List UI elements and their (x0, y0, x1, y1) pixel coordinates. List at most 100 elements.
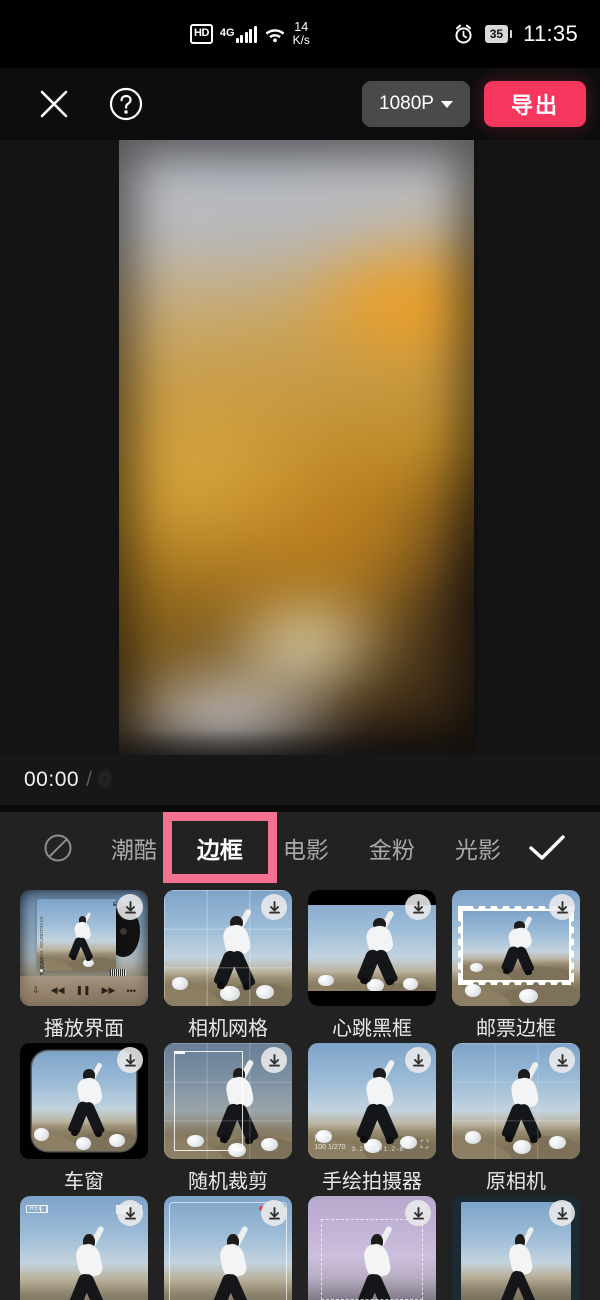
preview-right-matte (478, 140, 600, 800)
list-item: E Music ORIGINAL SOUNDTRACK TODAY ⇩ ◀◀ ❚… (20, 890, 148, 1043)
list-item: REC (164, 1196, 292, 1300)
list-item (308, 1196, 436, 1300)
battery-icon: 35 (484, 24, 513, 44)
effect-thumbnail-rec-frame-a[interactable]: REC (20, 1196, 148, 1300)
total-time-label: 0 (98, 768, 111, 791)
effect-label: 随机裁剪 (188, 1171, 268, 1193)
more-icon: ••• (126, 985, 136, 996)
letterbox-bottom-bar (308, 990, 436, 1006)
chevron-down-icon (440, 100, 453, 108)
network-gen-label: 4G (219, 26, 235, 39)
tab-chaoku[interactable]: 潮酷 (91, 812, 177, 884)
download-icon[interactable] (549, 1200, 575, 1226)
effect-thumbnail-rec-frame-b[interactable]: REC (164, 1196, 292, 1300)
battery-level-label: 35 (484, 24, 509, 44)
wifi-icon (264, 26, 286, 43)
tab-guangying[interactable]: 光影 (435, 812, 521, 884)
status-bar: HD 4G 14 K/s 35 11:35 (0, 0, 600, 68)
tab-jinfen[interactable]: 金粉 (349, 812, 435, 884)
download-icon[interactable] (117, 894, 143, 920)
status-bar-center: HD 4G 14 K/s (190, 21, 310, 47)
dashed-frame-overlay (320, 1219, 424, 1300)
effect-label: 手绘拍摄器 (322, 1171, 422, 1193)
download-icon[interactable] (261, 1200, 287, 1226)
status-bar-clock: 11:35 (523, 21, 578, 46)
signal-strength-bars (235, 25, 257, 43)
effect-label: 心跳黑框 (332, 1018, 412, 1040)
app-root: HD 4G 14 K/s 35 11:35 1080P 导出 00:00 / 0… (0, 0, 600, 1300)
barcode-icon (109, 968, 127, 976)
list-item: 心跳黑框 (308, 890, 436, 1043)
resolution-label: 1080P (379, 93, 434, 114)
effect-thumbnail-heartbeat-letterbox[interactable] (308, 890, 436, 1006)
music-side-label-bottom: TODAY (40, 957, 47, 976)
close-icon[interactable] (30, 80, 78, 128)
tab-bianquang[interactable]: 边框 (177, 812, 263, 884)
forward-icon: ▶▶ (101, 985, 116, 996)
download-icon[interactable] (117, 1047, 143, 1073)
current-time-label: 00:00 (24, 768, 80, 791)
time-separator: / (86, 768, 92, 791)
network-speed-unit: K/s (292, 33, 310, 48)
effect-label: 原相机 (486, 1171, 546, 1193)
stop-square-icon (40, 1205, 49, 1214)
list-item: ISO 100 1/270 3.2-1.4-1.2-8 ⛶ 手绘拍摄器 (308, 1043, 436, 1196)
effect-thumbnail-camera-grid[interactable] (164, 890, 292, 1006)
help-icon[interactable] (102, 80, 150, 128)
effect-thumbnail-dark-frame[interactable] (452, 1196, 580, 1300)
shutter-icon: ⛶ (420, 1139, 429, 1152)
camera-fstop-label: 3.2-1.4-1.2-8 (351, 1146, 405, 1154)
rewind-icon: ◀◀ (50, 985, 65, 996)
hd-icon: HD (190, 24, 213, 44)
export-button[interactable]: 导出 (484, 81, 586, 127)
download-icon[interactable] (405, 1047, 431, 1073)
status-bar-right: 35 11:35 (453, 21, 578, 47)
list-item: 相机网格 (164, 890, 292, 1043)
list-item: 车窗 (20, 1043, 148, 1196)
effect-thumbnail-random-crop[interactable] (164, 1043, 292, 1159)
download-glyph-icon: ⇩ (32, 985, 40, 996)
effect-thumbnail-handdrawn-camera[interactable]: ISO 100 1/270 3.2-1.4-1.2-8 ⛶ (308, 1043, 436, 1159)
effect-label: 播放界面 (44, 1018, 124, 1040)
album-art (36, 899, 116, 972)
download-icon[interactable] (549, 894, 575, 920)
effect-thumbnail-lavender-frame[interactable] (308, 1196, 436, 1300)
download-icon[interactable] (261, 894, 287, 920)
top-toolbar: 1080P 导出 (0, 68, 600, 140)
pause-icon: ❚❚ (75, 985, 91, 996)
video-preview[interactable] (0, 140, 600, 800)
player-controls-bar: ⇩ ◀◀ ❚❚ ▶▶ ••• (20, 975, 148, 1006)
download-icon[interactable] (405, 1200, 431, 1226)
check-icon[interactable] (521, 821, 574, 875)
camera-iso-sub-label: 100 1/270 (314, 1144, 346, 1151)
download-icon[interactable] (117, 1200, 143, 1226)
preview-left-matte (0, 140, 122, 800)
crop-selection-frame[interactable] (174, 1051, 244, 1151)
effect-category-tabs: 潮酷 边框 电影 金粉 光影 (0, 812, 600, 884)
effect-label: 邮票边框 (476, 1018, 556, 1040)
effect-thumbnail-stamp-border[interactable] (452, 890, 580, 1006)
alarm-icon (453, 24, 474, 45)
effect-thumbnail-car-window[interactable] (20, 1043, 148, 1159)
effect-thumbnail-original-camera[interactable] (452, 1043, 580, 1159)
effect-thumbnail-music-player[interactable]: E Music ORIGINAL SOUNDTRACK TODAY ⇩ ◀◀ ❚… (20, 890, 148, 1006)
tab-dianying[interactable]: 电影 (263, 812, 349, 884)
camera-iso-label: ISO (314, 1132, 332, 1143)
network-speed-indicator: 14 K/s (293, 21, 310, 47)
preview-haze (119, 140, 474, 260)
list-item: 原相机 (452, 1043, 580, 1196)
effect-label: 相机网格 (188, 1018, 268, 1040)
download-icon[interactable] (405, 894, 431, 920)
effect-preset-grid: E Music ORIGINAL SOUNDTRACK TODAY ⇩ ◀◀ ❚… (0, 884, 600, 1300)
effect-label: 车窗 (64, 1171, 104, 1193)
download-icon[interactable] (549, 1047, 575, 1073)
download-icon[interactable] (261, 1047, 287, 1073)
signal-bars-icon: 4G (219, 25, 257, 43)
playback-timeline[interactable]: 00:00 / 0 (0, 755, 600, 805)
no-effect-icon[interactable] (26, 833, 91, 863)
list-item: 邮票边框 (452, 890, 580, 1043)
resolution-selector[interactable]: 1080P (362, 81, 470, 127)
list-item: 随机裁剪 (164, 1043, 292, 1196)
preview-frame (119, 140, 474, 755)
list-item (452, 1196, 580, 1300)
